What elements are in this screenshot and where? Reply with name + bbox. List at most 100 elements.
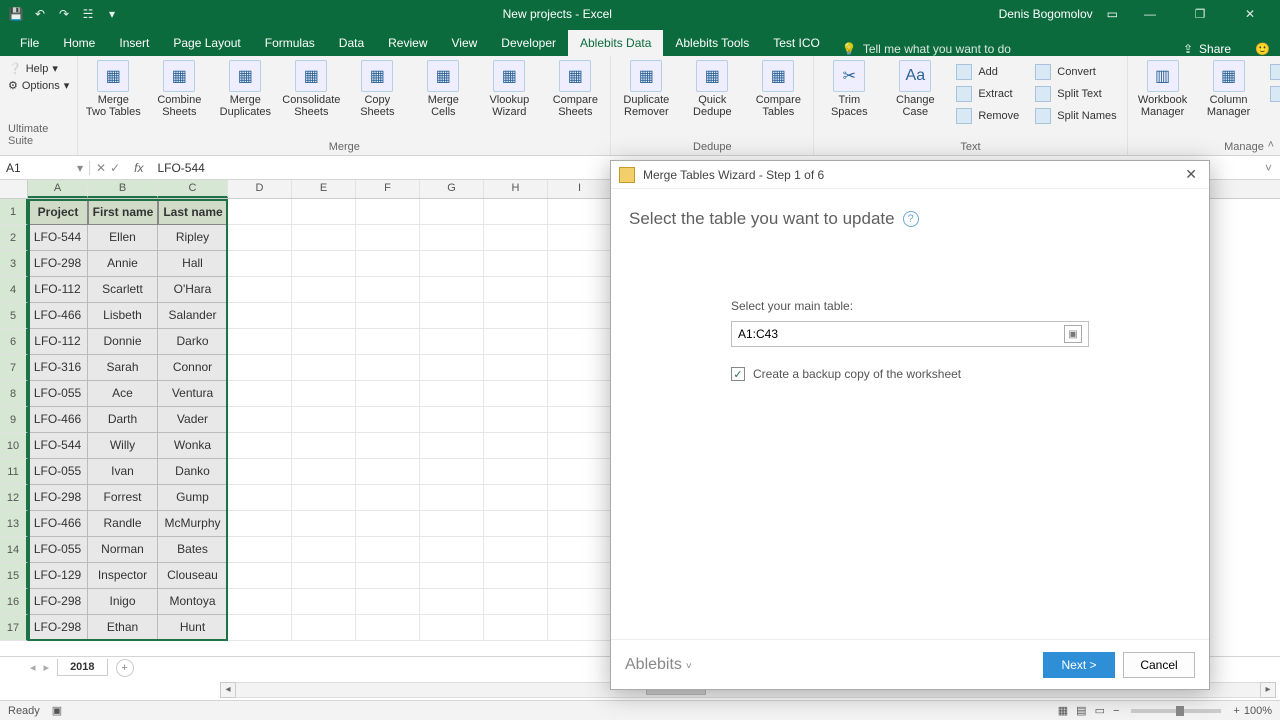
wizard-brand[interactable]: Ablebits˅	[625, 656, 1035, 674]
text-split-text-button[interactable]: Split Text	[1031, 84, 1120, 104]
options-button[interactable]: ⚙ Options ▾	[8, 79, 69, 92]
col-header-F[interactable]: F	[356, 180, 420, 198]
watermarks-button[interactable]: Watermarks	[1266, 62, 1280, 82]
group-merge-label: Merge	[329, 139, 360, 155]
tab-view[interactable]: View	[440, 30, 490, 56]
status-ready: Ready	[8, 705, 40, 717]
col-header-H[interactable]: H	[484, 180, 548, 198]
next-button[interactable]: Next >	[1043, 652, 1115, 678]
tab-formulas[interactable]: Formulas	[253, 30, 327, 56]
help-icon[interactable]: ?	[903, 211, 919, 227]
dedupe-item-1[interactable]: ▦QuickDedupe	[683, 60, 741, 118]
account-icon[interactable]: ▭	[1107, 7, 1118, 21]
titlebar: 💾 ↶ ↷ ☵ ▾ New projects - Excel Denis Bog…	[0, 0, 1280, 28]
tab-data[interactable]: Data	[327, 30, 376, 56]
wizard-heading: Select the table you want to update	[629, 209, 895, 229]
cancel-edit-icon[interactable]: ✕	[96, 161, 106, 175]
tab-ablebits-data[interactable]: Ablebits Data	[568, 30, 663, 56]
collapse-ribbon-button[interactable]: ˄	[1268, 139, 1274, 151]
view-page-layout-icon[interactable]: ▤	[1072, 704, 1090, 717]
user-name[interactable]: Denis Bogomolov	[999, 7, 1093, 21]
tab-file[interactable]: File	[0, 30, 51, 56]
text-split-names-button[interactable]: Split Names	[1031, 106, 1120, 126]
trim-spaces-button[interactable]: ✂Trim Spaces	[820, 60, 878, 118]
cancel-button[interactable]: Cancel	[1123, 652, 1195, 678]
sheet-nav-prev[interactable]: ◂	[30, 661, 36, 674]
text-remove-button[interactable]: Remove	[952, 106, 1023, 126]
select-all-corner[interactable]	[0, 180, 28, 198]
col-header-A[interactable]: A	[28, 180, 88, 198]
zoom-level[interactable]: 100%	[1244, 705, 1272, 717]
touch-mode-icon[interactable]: ☵	[78, 4, 98, 24]
merge-item-4[interactable]: ▦CopySheets	[348, 60, 406, 118]
merge-item-7[interactable]: ▦CompareSheets	[546, 60, 604, 118]
wizard-close-button[interactable]: ✕	[1181, 166, 1201, 183]
merge-item-5[interactable]: ▦MergeCells	[414, 60, 472, 118]
tab-insert[interactable]: Insert	[107, 30, 161, 56]
window-minimize[interactable]: —	[1132, 7, 1168, 21]
merge-item-6[interactable]: ▦VlookupWizard	[480, 60, 538, 118]
window-restore[interactable]: ❐	[1182, 7, 1218, 21]
save-icon[interactable]: 💾	[6, 4, 26, 24]
help-button[interactable]: ❔ Help ▾	[8, 62, 69, 75]
range-input[interactable]	[738, 327, 1064, 341]
text-add-button[interactable]: Add	[952, 62, 1023, 82]
view-normal-icon[interactable]: ▦	[1054, 704, 1072, 717]
sheet-tab-2018[interactable]: 2018	[57, 659, 107, 676]
header-project: Project	[28, 199, 88, 225]
col-header-D[interactable]: D	[228, 180, 292, 198]
group-manage-label: Manage	[1224, 139, 1264, 155]
col-header-G[interactable]: G	[420, 180, 484, 198]
backup-label: Create a backup copy of the worksheet	[753, 367, 961, 381]
text-convert-button[interactable]: Convert	[1031, 62, 1120, 82]
share-button[interactable]: ⇪ Share	[1169, 42, 1245, 56]
sheet-nav-next[interactable]: ▸	[44, 661, 50, 674]
ribbon: ❔ Help ▾ ⚙ Options ▾ Ultimate Suite ▦Mer…	[0, 56, 1280, 156]
record-macro-icon[interactable]: ▣	[52, 704, 62, 717]
tab-test-ico[interactable]: Test ICO	[761, 30, 832, 56]
col-header-E[interactable]: E	[292, 180, 356, 198]
tab-review[interactable]: Review	[376, 30, 439, 56]
backup-checkbox[interactable]: ✓	[731, 367, 745, 381]
tab-home[interactable]: Home	[51, 30, 107, 56]
merge-item-2[interactable]: ▦MergeDuplicates	[216, 60, 274, 118]
document-title: New projects - Excel	[128, 7, 987, 21]
header-last-name: Last name	[158, 199, 228, 225]
header-first-name: First name	[88, 199, 158, 225]
range-input-row: ▣	[731, 321, 1089, 347]
fx-icon[interactable]: fx	[126, 161, 151, 175]
tab-ablebits-tools[interactable]: Ablebits Tools	[663, 30, 761, 56]
quick-access-toolbar: 💾 ↶ ↷ ☵ ▾	[0, 4, 128, 24]
tab-page-layout[interactable]: Page Layout	[161, 30, 252, 56]
undo-icon[interactable]: ↶	[30, 4, 50, 24]
merge-item-1[interactable]: ▦CombineSheets	[150, 60, 208, 118]
qat-more-icon[interactable]: ▾	[102, 4, 122, 24]
add-sheet-button[interactable]: +	[116, 659, 134, 677]
wizard-icon	[619, 167, 635, 183]
col-header-C[interactable]: C	[158, 180, 228, 198]
workbook-manager-button[interactable]: ▥Workbook Manager	[1134, 60, 1192, 118]
zoom-slider[interactable]	[1131, 709, 1221, 713]
col-header-I[interactable]: I	[548, 180, 612, 198]
change-case-button[interactable]: AaChange Case	[886, 60, 944, 118]
emoji-icon[interactable]: 🙂	[1245, 42, 1280, 56]
dedupe-item-0[interactable]: ▦DuplicateRemover	[617, 60, 675, 118]
merge-item-3[interactable]: ▦ConsolidateSheets	[282, 60, 340, 118]
range-picker-icon[interactable]: ▣	[1064, 325, 1082, 343]
merge-item-0[interactable]: ▦MergeTwo Tables	[84, 60, 142, 118]
toc-button[interactable]: TOC	[1266, 84, 1280, 104]
dedupe-item-2[interactable]: ▦CompareTables	[749, 60, 807, 118]
window-close[interactable]: ✕	[1232, 7, 1268, 21]
text-extract-button[interactable]: Extract	[952, 84, 1023, 104]
view-page-break-icon[interactable]: ▭	[1091, 704, 1109, 717]
main-table-label: Select your main table:	[731, 299, 1089, 313]
enter-edit-icon[interactable]: ✓	[110, 161, 120, 175]
expand-formula-bar[interactable]: ˅	[1257, 161, 1280, 175]
col-header-B[interactable]: B	[88, 180, 158, 198]
redo-icon[interactable]: ↷	[54, 4, 74, 24]
name-box[interactable]: A1▾	[0, 161, 90, 175]
tab-developer[interactable]: Developer	[489, 30, 568, 56]
column-manager-button[interactable]: ▦Column Manager	[1200, 60, 1258, 118]
section-ultimate-suite: Ultimate Suite	[8, 123, 69, 149]
tell-me-search[interactable]: 💡Tell me what you want to do	[832, 42, 1021, 56]
